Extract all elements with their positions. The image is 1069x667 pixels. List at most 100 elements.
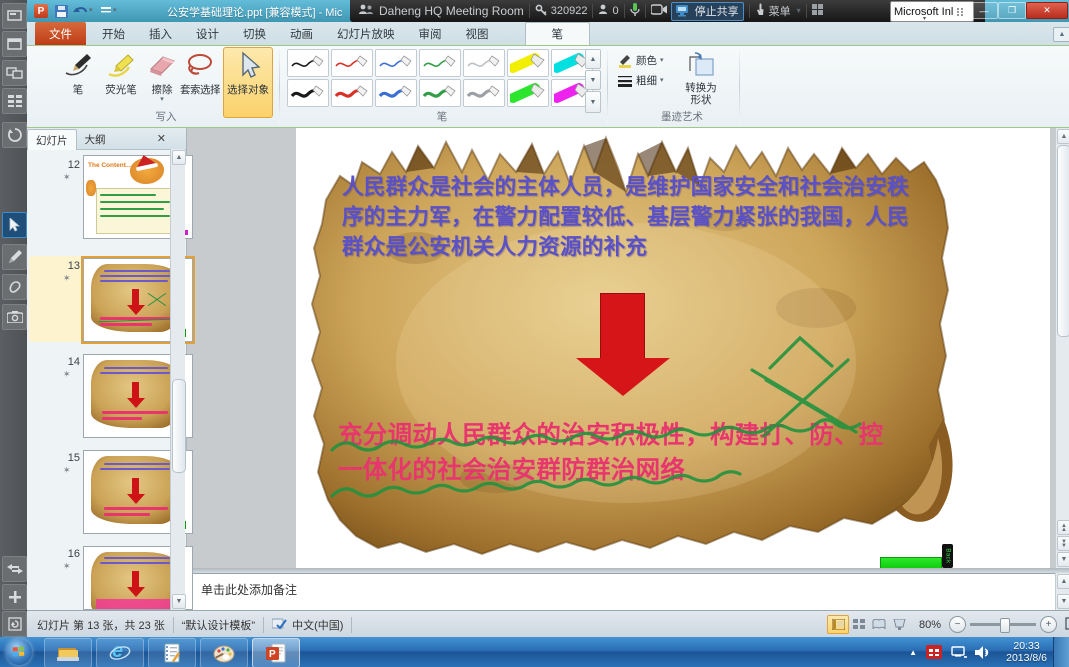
swap-arrows-icon[interactable] [2,556,27,582]
zoom-slider[interactable] [970,623,1036,626]
pen-style-swatch[interactable] [375,79,417,107]
select-objects-button[interactable]: 选择对象 [223,47,273,118]
action-button[interactable] [880,557,942,568]
tab-slides[interactable]: 幻灯片 [27,129,77,150]
ribbon-tab-幻灯片放映[interactable]: 幻灯片放映 [325,22,407,45]
pen-style-swatch[interactable] [331,79,373,107]
notes-pane[interactable]: 单击此处添加备注 [187,573,1055,611]
hand-icon[interactable] [755,3,765,19]
notes-placeholder[interactable]: 单击此处添加备注 [201,581,297,598]
pencil-tool-icon[interactable] [2,244,27,270]
save-icon[interactable] [55,3,68,19]
pen-style-swatch[interactable] [287,79,329,107]
lasso-select-button[interactable]: 套索选择 [179,48,221,117]
pen-style-swatch[interactable] [419,49,461,77]
app-grid-icon[interactable] [2,88,27,114]
close-button[interactable]: ✕ [1026,2,1068,19]
show-desktop-button[interactable] [1053,637,1069,667]
ribbon-tab-动画[interactable]: 动画 [278,22,325,45]
gallery-more-icon[interactable]: ▼ [585,91,601,113]
pen-gallery-row1 [287,49,595,79]
status-language[interactable]: 中文(中国) [292,617,343,633]
network-icon[interactable] [950,646,967,659]
share-window-icon[interactable] [2,31,27,57]
animation-star-icon: ✶ [63,172,71,183]
gallery-down-icon[interactable]: ▼ [585,70,601,90]
green-ink-annotations[interactable] [296,128,1050,568]
normal-view-button[interactable] [827,615,849,634]
pen-gallery-row2 [287,79,595,109]
highlighter-tool-button[interactable]: 荧光笔 [99,48,143,117]
pen-style-swatch[interactable] [463,49,505,77]
close-panel-icon[interactable]: ✕ [157,132,166,145]
zoom-in-button[interactable]: + [1040,616,1057,633]
app-icon[interactable]: P [34,3,48,19]
ribbon-tab-审阅[interactable]: 审阅 [407,22,454,45]
start-button[interactable] [6,639,32,665]
taskbar-journal-button[interactable] [148,638,196,667]
animation-star-icon: ✶ [63,465,71,476]
pen-style-swatch[interactable] [463,79,505,107]
ribbon-tab-插入[interactable]: 插入 [137,22,184,45]
slide-scrollbar[interactable]: ▲ ▲▲ ▼▼ ▼ [1055,128,1069,568]
floating-window-label[interactable]: Microsoft Inl ▾ [890,1,974,22]
share-screen-icon[interactable] [2,3,27,29]
taskbar-explorer-button[interactable] [44,638,92,667]
gallery-up-icon[interactable]: ▲ [585,49,601,69]
panel-scrollbar[interactable]: ▲ ▼ [170,149,185,610]
eraser-tool-button[interactable]: 擦除 ▾ [145,48,179,117]
taskbar-ie-button[interactable]: e [96,638,144,667]
tray-expand-icon[interactable]: ▲ [909,648,917,657]
snapshot-camera-icon[interactable] [2,304,27,330]
stop-sharing-button[interactable]: 停止共享 [671,2,744,21]
menu-label[interactable]: 菜单 [769,3,791,19]
ribbon-tab-视图[interactable]: 视图 [454,22,501,45]
pen-tool-button[interactable]: 笔 [61,48,95,117]
back-button[interactable]: Back [942,544,953,568]
pen-style-swatch[interactable] [507,79,549,107]
slide-canvas[interactable]: 人民群众是社会的主体人员，是维护国家安全和社会治安秩序的主力军，在警力配置较低、… [296,128,1050,568]
share-document-icon[interactable] [2,611,27,637]
zoom-out-button[interactable]: − [949,616,966,633]
zoom-level[interactable]: 80% [919,619,941,631]
meeting-app-tray-icon[interactable] [926,645,942,659]
tab-outline[interactable]: 大纲 [77,129,114,149]
ribbon-tab-切换[interactable]: 切换 [231,22,278,45]
fit-to-window-button[interactable] [1065,617,1069,633]
minimize-button[interactable]: — [970,2,998,19]
slideshow-view-button[interactable] [889,616,909,633]
ribbon-tab-文件[interactable]: 文件 [35,22,86,45]
pen-style-swatch[interactable] [287,49,329,77]
dual-monitor-icon[interactable] [2,60,27,86]
microphone-icon[interactable] [630,3,640,20]
meeting-code: 320922 [551,5,588,17]
pen-style-swatch[interactable] [331,49,373,77]
webcam-icon[interactable] [651,4,667,18]
eraser-tool-icon[interactable] [2,274,27,300]
qat-customize-icon[interactable]: ▾ [101,3,117,19]
minimize-ribbon-icon[interactable]: ▲ [1053,27,1069,42]
convert-to-shape-button[interactable]: 转换为形状 [675,48,727,117]
volume-icon[interactable] [975,646,989,659]
layout-grid-icon[interactable] [812,4,823,18]
ribbon-tab-笔[interactable]: 笔 [525,22,591,45]
add-icon[interactable] [2,584,27,610]
sync-icon[interactable] [2,122,27,148]
undo-icon[interactable]: ▾ [73,3,93,19]
ink-color-button[interactable]: 颜色▾ [617,53,664,68]
pen-style-swatch[interactable] [507,49,549,77]
pen-style-swatch[interactable] [419,79,461,107]
notes-scrollbar[interactable]: ▲ ▼ [1055,573,1069,610]
taskbar-powerpoint-button[interactable]: P [252,638,300,667]
maximize-button[interactable]: ❒ [998,2,1026,19]
ribbon-tab-设计[interactable]: 设计 [184,22,231,45]
ink-thickness-button[interactable]: 粗细▾ [617,73,664,88]
slide-sorter-view-button[interactable] [849,616,869,633]
taskbar-clock[interactable]: 20:33 2013/8/6 [1006,640,1047,664]
pointer-tool-icon[interactable] [2,212,27,238]
reading-view-button[interactable] [869,616,889,633]
pen-style-swatch[interactable] [375,49,417,77]
spellcheck-icon[interactable] [272,617,287,633]
taskbar-paint-button[interactable] [200,638,248,667]
ribbon-tab-开始[interactable]: 开始 [90,22,137,45]
